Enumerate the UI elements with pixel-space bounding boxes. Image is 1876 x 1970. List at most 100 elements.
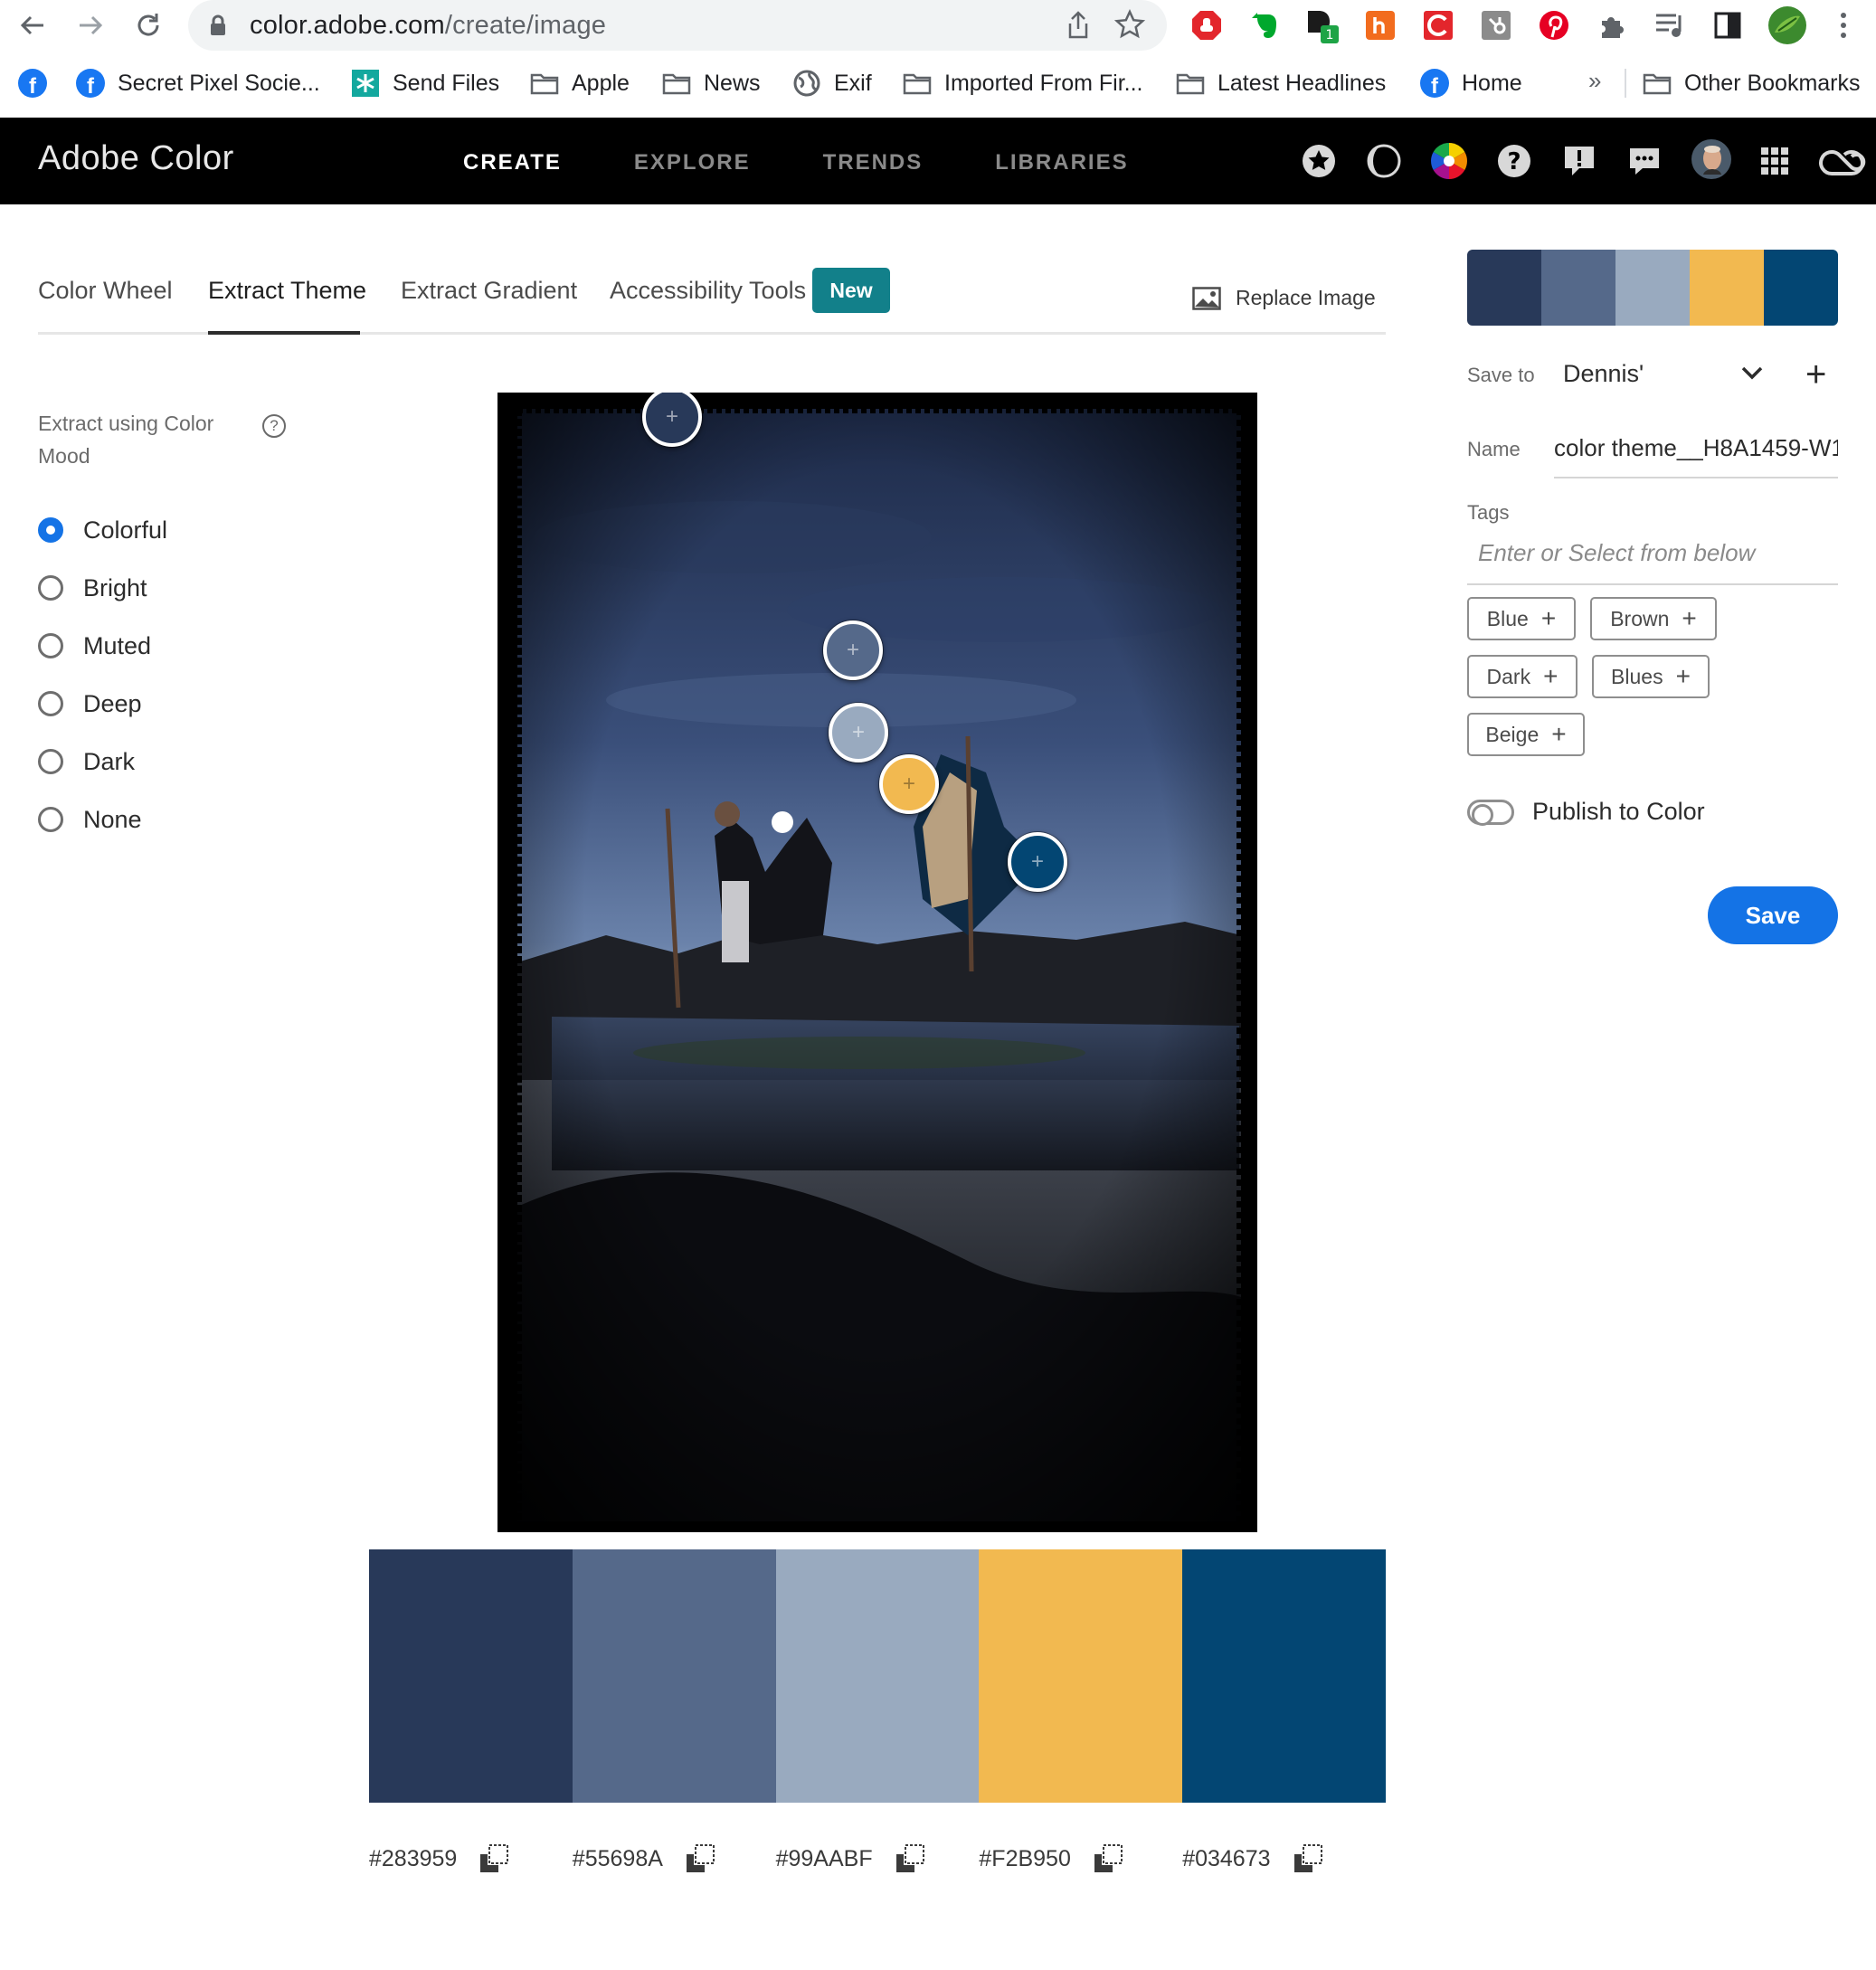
color-picker-5[interactable] bbox=[1008, 832, 1067, 892]
bookmark-exif[interactable]: Exif bbox=[792, 63, 872, 103]
hex-value[interactable]: #55698A bbox=[573, 1846, 663, 1872]
dark-mode-icon[interactable] bbox=[1364, 141, 1404, 181]
swatch-5[interactable] bbox=[1182, 1549, 1386, 1803]
mood-option-none[interactable]: None bbox=[38, 791, 167, 848]
bookmark-send-files[interactable]: Send Files bbox=[351, 63, 499, 103]
replace-image-button[interactable]: Replace Image bbox=[1192, 286, 1376, 310]
back-button[interactable] bbox=[14, 7, 51, 43]
media-playlist-icon[interactable] bbox=[1652, 7, 1688, 43]
chevron-down-icon[interactable] bbox=[1740, 364, 1764, 382]
mood-option-deep[interactable]: Deep bbox=[38, 675, 167, 733]
nav-trends[interactable]: TRENDS bbox=[823, 150, 924, 175]
honey-extension-icon[interactable] bbox=[1362, 7, 1398, 43]
mood-option-bright[interactable]: Bright bbox=[38, 559, 167, 617]
dictionary-extension-icon[interactable]: 1 bbox=[1304, 7, 1341, 43]
app-title[interactable]: Adobe Color bbox=[38, 139, 234, 178]
add-library-button[interactable]: + bbox=[1805, 356, 1826, 393]
bookmark-imported[interactable]: Imported From Fir... bbox=[903, 63, 1142, 103]
copy-icon[interactable] bbox=[1093, 1843, 1123, 1874]
profile-avatar[interactable] bbox=[1766, 4, 1809, 47]
reload-button[interactable] bbox=[130, 7, 166, 43]
radio-selected-icon[interactable] bbox=[38, 517, 63, 543]
puzzle-extensions-icon[interactable] bbox=[1594, 7, 1630, 43]
radio-icon[interactable] bbox=[38, 633, 63, 658]
swatch-3[interactable] bbox=[775, 1549, 980, 1803]
mood-option-dark[interactable]: Dark bbox=[38, 733, 167, 791]
bookmark-secret-pixel[interactable]: f Secret Pixel Socie... bbox=[76, 63, 320, 103]
apps-grid-icon[interactable] bbox=[1755, 141, 1795, 181]
copy-icon[interactable] bbox=[685, 1843, 715, 1874]
bookmark-latest-headlines[interactable]: Latest Headlines bbox=[1176, 63, 1386, 103]
color-picker-4[interactable] bbox=[879, 754, 939, 814]
swatch-4[interactable] bbox=[979, 1549, 1183, 1803]
mood-option-muted[interactable]: Muted bbox=[38, 617, 167, 675]
source-photo[interactable] bbox=[497, 393, 1257, 1532]
copy-icon[interactable] bbox=[478, 1843, 509, 1874]
tab-accessibility-tools[interactable]: Accessibility Tools bbox=[610, 277, 806, 305]
bookmark-other[interactable]: Other Bookmarks bbox=[1643, 63, 1861, 103]
bookmark-apple[interactable]: Apple bbox=[530, 63, 630, 103]
user-avatar[interactable] bbox=[1690, 137, 1733, 181]
chat-icon[interactable] bbox=[1625, 141, 1664, 181]
hex-value[interactable]: #F2B950 bbox=[979, 1846, 1070, 1872]
copy-icon[interactable] bbox=[895, 1843, 925, 1874]
nav-create[interactable]: CREATE bbox=[463, 150, 562, 175]
radio-icon[interactable] bbox=[38, 575, 63, 601]
nav-explore[interactable]: EXPLORE bbox=[634, 150, 751, 175]
bookmark-star-icon[interactable] bbox=[1114, 9, 1145, 40]
tab-extract-theme[interactable]: Extract Theme bbox=[208, 277, 366, 305]
color-picker-2[interactable] bbox=[823, 620, 883, 680]
more-bookmarks-button[interactable]: » bbox=[1588, 67, 1601, 95]
browser-menu-icon[interactable] bbox=[1825, 7, 1862, 43]
radio-icon[interactable] bbox=[38, 807, 63, 832]
mood-option-colorful[interactable]: Colorful bbox=[38, 501, 167, 559]
bookmark-facebook[interactable]: f bbox=[18, 63, 47, 103]
swatch-1[interactable] bbox=[369, 1549, 573, 1803]
share-icon[interactable] bbox=[1066, 11, 1091, 40]
swatch-2[interactable] bbox=[572, 1549, 776, 1803]
acrobat-extension-icon[interactable] bbox=[1420, 7, 1456, 43]
tag-chip-beige[interactable]: Beige + bbox=[1467, 713, 1585, 756]
color-wheel-icon[interactable] bbox=[1429, 141, 1469, 181]
publish-label: Publish to Color bbox=[1532, 798, 1705, 825]
color-picker-3[interactable] bbox=[829, 703, 888, 762]
adblock-extension-icon[interactable] bbox=[1189, 7, 1225, 43]
hubspot-extension-icon[interactable] bbox=[1478, 7, 1514, 43]
tag-chip-blues[interactable]: Blues + bbox=[1592, 655, 1710, 698]
side-panel-icon[interactable] bbox=[1710, 7, 1746, 43]
lock-icon bbox=[211, 14, 225, 35]
hex-value[interactable]: #99AABF bbox=[776, 1846, 873, 1872]
radio-icon[interactable] bbox=[38, 749, 63, 774]
tab-color-wheel[interactable]: Color Wheel bbox=[38, 277, 173, 305]
forward-button[interactable] bbox=[72, 7, 109, 43]
tag-chip-brown[interactable]: Brown + bbox=[1590, 597, 1717, 640]
nav-libraries[interactable]: LIBRARIES bbox=[995, 150, 1128, 175]
hex-item: #99AABF bbox=[776, 1836, 980, 1881]
mood-help-icon[interactable]: ? bbox=[262, 414, 286, 438]
bookmark-home[interactable]: f Home bbox=[1420, 63, 1522, 103]
pinterest-extension-icon[interactable] bbox=[1536, 7, 1572, 43]
tags-input[interactable]: Enter or Select from below bbox=[1467, 539, 1838, 585]
folder-icon bbox=[1643, 69, 1672, 98]
mood-option-label: None bbox=[83, 805, 142, 833]
save-to-dropdown[interactable]: Dennis' bbox=[1563, 360, 1644, 388]
address-bar[interactable]: color.adobe.com/create/image bbox=[188, 0, 1167, 51]
feedback-alert-icon[interactable] bbox=[1559, 141, 1599, 181]
help-icon[interactable]: ? bbox=[1494, 141, 1534, 181]
tab-extract-gradient[interactable]: Extract Gradient bbox=[401, 277, 577, 305]
bookmark-news[interactable]: News bbox=[662, 63, 761, 103]
extension-badge: 1 bbox=[1326, 28, 1334, 43]
tag-chip-blue[interactable]: Blue + bbox=[1467, 597, 1576, 640]
publish-toggle[interactable] bbox=[1467, 800, 1514, 826]
tag-chip-dark[interactable]: Dark + bbox=[1467, 655, 1578, 698]
hex-value[interactable]: #034673 bbox=[1182, 1846, 1270, 1872]
favorites-star-icon[interactable] bbox=[1299, 141, 1339, 181]
save-button[interactable]: Save bbox=[1708, 886, 1838, 944]
evernote-extension-icon[interactable] bbox=[1246, 7, 1283, 43]
copy-icon[interactable] bbox=[1293, 1843, 1323, 1874]
radio-icon[interactable] bbox=[38, 691, 63, 716]
hex-value[interactable]: #283959 bbox=[369, 1846, 457, 1872]
arrow-left-icon bbox=[20, 15, 43, 35]
creative-cloud-icon[interactable] bbox=[1816, 141, 1867, 181]
theme-name-input[interactable]: color theme__H8A1459-W1 bbox=[1554, 434, 1838, 478]
